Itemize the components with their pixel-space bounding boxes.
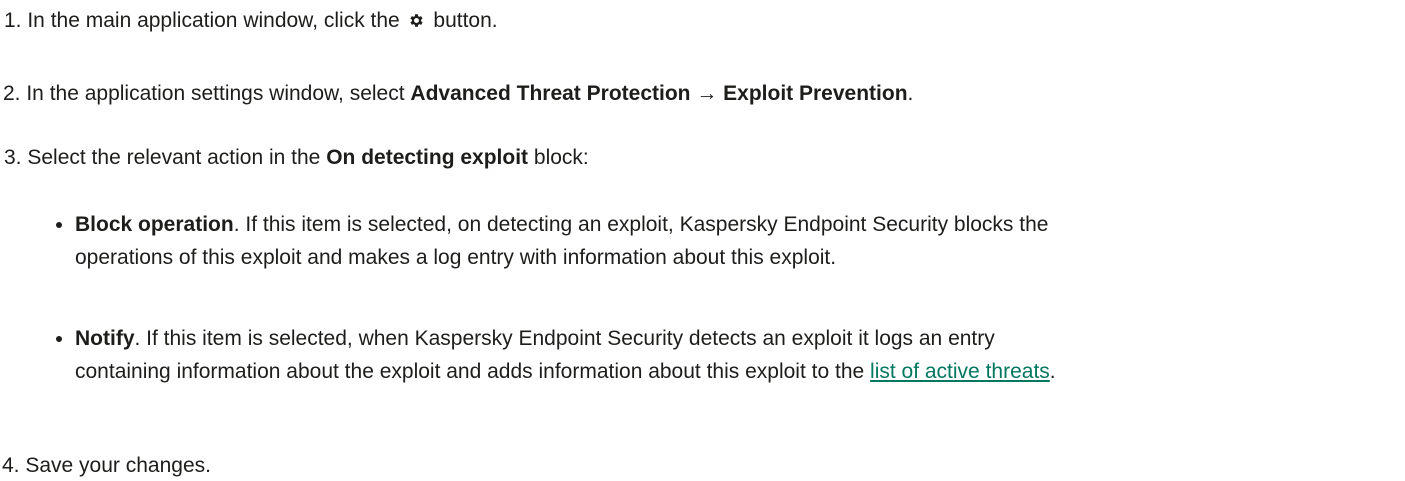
option-name: Block operation (75, 213, 234, 236)
step-text: In the main application window, click th… (21, 9, 406, 32)
step-number: 4. (2, 454, 20, 477)
step-number: 3. (4, 146, 22, 169)
instruction-page: { "steps": [ { "number": "1.", "before":… (0, 0, 1405, 479)
step-4: 4. Save your changes. (2, 451, 211, 481)
block-name: On detecting exploit (326, 146, 529, 169)
option-name: Notify (75, 327, 135, 350)
arrow-separator: → (690, 82, 724, 105)
bullet-item-block-operation: Block operation. If this item is selecte… (75, 210, 1048, 273)
bullet-line: operations of this exploit and makes a l… (75, 243, 1048, 273)
bullet-dot (56, 222, 62, 228)
bullet-text: . If this item is selected, when Kaspers… (134, 327, 995, 350)
step-2: 2. In the application settings window, s… (3, 79, 913, 109)
bullet-text: . If this item is selected, on detecting… (233, 213, 1049, 236)
active-threats-link[interactable]: list of active threats (870, 360, 1050, 383)
bullet-line: Block operation. If this item is selecte… (75, 210, 1048, 240)
step-text-end: button. (427, 9, 498, 32)
settings-section-name: Advanced Threat Protection (410, 82, 691, 105)
bullet-item-notify: Notify. If this item is selected, when K… (75, 324, 1056, 387)
bullet-text: containing information about the exploit… (75, 360, 871, 383)
bullet-text: operations of this exploit and makes a l… (75, 246, 837, 269)
bullet-text-end: . (1049, 360, 1056, 383)
step-text-end: block: (528, 146, 589, 169)
step-text-end: . (907, 82, 914, 105)
bullet-line: containing information about the exploit… (75, 357, 1056, 387)
settings-subsection-name: Exploit Prevention (723, 82, 908, 105)
step-text: Save your changes. (19, 454, 211, 477)
step-number: 2. (3, 82, 21, 105)
bullet-dot (56, 336, 62, 342)
bullet-line: Notify. If this item is selected, when K… (75, 324, 1056, 354)
step-3: 3. Select the relevant action in the On … (4, 143, 589, 173)
gear-icon (409, 14, 423, 27)
step-text: Select the relevant action in the (21, 146, 327, 169)
step-text: In the application settings window, sele… (20, 82, 411, 105)
step-1: 1. In the main application window, click… (4, 6, 498, 36)
step-number: 1. (4, 9, 22, 32)
